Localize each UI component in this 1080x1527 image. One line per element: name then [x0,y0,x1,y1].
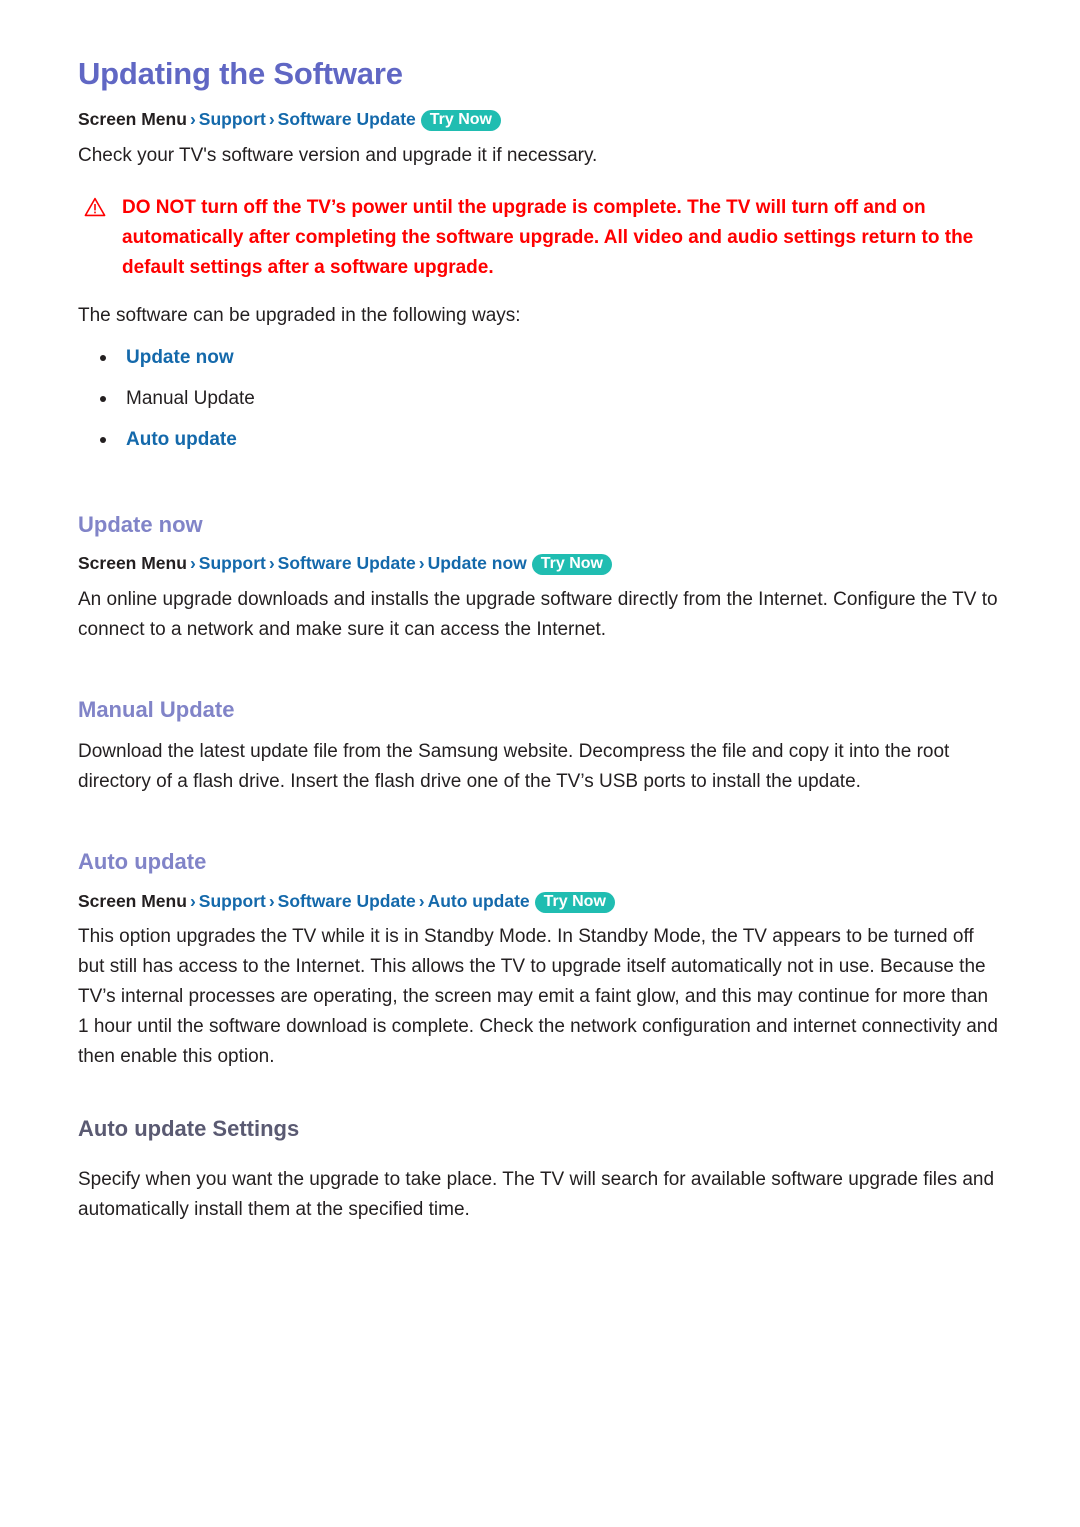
section-update-now: Update now Screen Menu › Support › Software … [78,512,1002,645]
breadcrumb-update-now: Screen Menu › Support › Software Update › Upda… [78,552,1002,576]
breadcrumb-intro: Screen Menu › Support › Software Update Try N… [78,108,1002,132]
breadcrumb-item-auto-update[interactable]: Auto update [428,891,530,911]
breadcrumb-item-support[interactable]: Support [199,109,266,129]
breadcrumb-root: Screen Menu [78,109,187,130]
chevron-right-icon: › [189,890,196,911]
section-paragraph-auto-update: This option upgrades the TV while it is … [78,926,998,1068]
subsection-auto-update-settings: Auto update Settings Specify when you wa… [78,1116,1002,1224]
document-page: Updating the Software Screen Menu › Suppor… [0,0,1080,1527]
section-heading-auto-update: Auto update [78,849,207,875]
chevron-right-icon: › [189,109,196,130]
breadcrumb-item-software-update[interactable]: Software Update [278,553,416,573]
breadcrumb-item-support[interactable]: Support [199,891,266,911]
breadcrumb-item-support[interactable]: Support [199,553,266,573]
list-item: Manual Update [78,378,1002,419]
bullet-icon [100,395,106,402]
warning-block: DO NOT turn off the TV’s power until the… [78,193,1002,283]
list-item[interactable]: Update now [78,337,1002,378]
list-item-label-auto-update[interactable]: Auto update [126,429,237,450]
section-paragraph-update-now: An online upgrade downloads and installs… [78,588,998,640]
ways-lead-text: The software can be upgraded in the foll… [78,304,521,326]
section-paragraph-manual-update: Download the latest update file from the… [78,741,950,793]
subsection-heading-auto-update-settings: Auto update Settings [78,1116,300,1142]
section-manual-update: Manual Update Download the latest update… [78,697,1002,797]
warning-triangle-icon [84,197,106,217]
try-now-badge[interactable]: Try Now [531,554,612,576]
list-item-label-update-now[interactable]: Update now [126,347,234,368]
bullet-icon [100,436,106,443]
breadcrumb-auto-update: Screen Menu › Support › Software Update › Auto… [78,890,1002,914]
intro-paragraph: Check your TV's software version and upg… [78,144,598,166]
list-item[interactable]: Auto update [78,419,1002,460]
try-now-badge[interactable]: Try Now [420,110,501,132]
breadcrumb-item-update-now[interactable]: Update now [428,553,527,573]
chevron-right-icon: › [418,553,425,574]
section-heading-update-now: Update now [78,511,203,537]
breadcrumb-root: Screen Menu [78,890,187,911]
breadcrumb-item-software-update[interactable]: Software Update [278,891,416,911]
upgrade-ways-list: Update now Manual Update Auto update [78,337,1002,460]
chevron-right-icon: › [268,890,275,911]
bullet-icon [100,354,106,361]
breadcrumb-root: Screen Menu [78,553,187,574]
try-now-badge[interactable]: Try Now [534,891,615,913]
section-heading-manual-update: Manual Update [78,696,235,722]
warning-text: DO NOT turn off the TV’s power until the… [122,196,974,278]
breadcrumb-item-software-update[interactable]: Software Update [278,109,416,129]
list-item-label-manual-update: Manual Update [126,387,255,409]
page-title: Updating the Software [78,56,403,91]
chevron-right-icon: › [189,553,196,574]
chevron-right-icon: › [268,553,275,574]
chevron-right-icon: › [268,109,275,130]
section-auto-update: Auto update Screen Menu › Support › Software… [78,849,1002,1072]
chevron-right-icon: › [418,890,425,911]
subsection-paragraph-auto-update-settings: Specify when you want the upgrade to tak… [78,1168,995,1220]
